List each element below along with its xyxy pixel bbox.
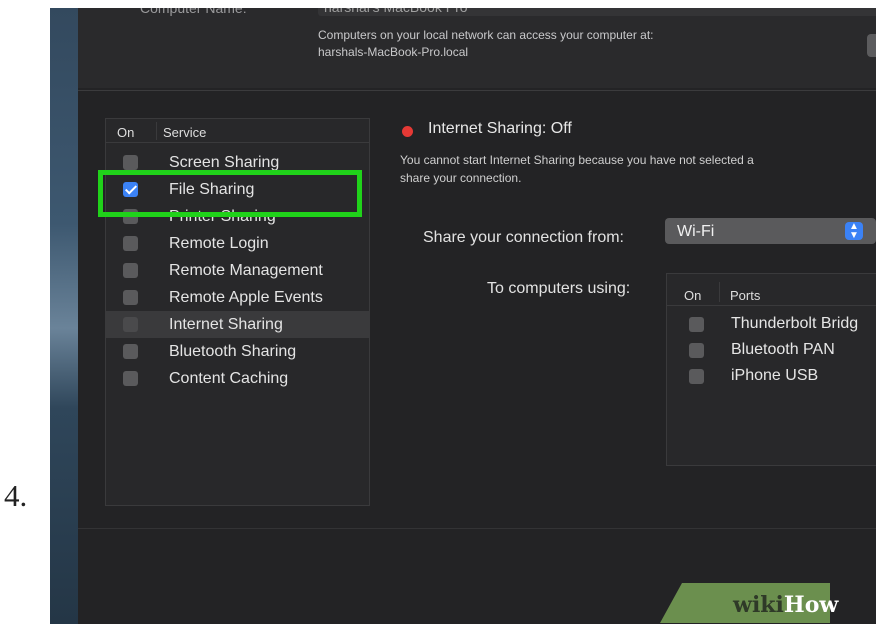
- service-row-remote-management[interactable]: Remote Management: [106, 257, 369, 284]
- service-row-bluetooth-sharing[interactable]: Bluetooth Sharing: [106, 338, 369, 365]
- ports-header-on: On: [684, 288, 702, 303]
- chevron-updown-icon: ▲ ▼: [845, 222, 863, 241]
- ports-header-ports: Ports: [730, 288, 761, 303]
- ports-list: On Ports Thunderbolt Bridg Bluetooth PAN…: [666, 273, 876, 466]
- port-label: iPhone USB: [731, 367, 819, 384]
- port-row-thunderbolt-bridge[interactable]: Thunderbolt Bridg: [667, 312, 876, 338]
- port-row-iphone-usb[interactable]: iPhone USB: [667, 364, 876, 390]
- edit-button[interactable]: Ed: [867, 34, 876, 57]
- port-checkbox[interactable]: [689, 317, 704, 332]
- header-on: On: [117, 125, 135, 140]
- internet-sharing-note: You cannot start Internet Sharing becaus…: [400, 151, 876, 187]
- service-label: Remote Login: [169, 235, 269, 252]
- service-row-remote-login[interactable]: Remote Login: [106, 230, 369, 257]
- computer-name-label: Computer Name:: [140, 8, 247, 16]
- service-label: Content Caching: [169, 370, 289, 387]
- service-label: Remote Management: [169, 262, 323, 279]
- desktop-background: [50, 8, 78, 624]
- header-service: Service: [163, 125, 207, 140]
- service-label: Internet Sharing: [169, 316, 283, 333]
- file-sharing-highlight: [98, 170, 362, 217]
- watermark-how: How: [783, 592, 839, 618]
- computer-name-section: Computer Name: harshal's MacBook Pro Com…: [78, 8, 876, 88]
- port-checkbox[interactable]: [689, 369, 704, 384]
- access-note-line1: Computers on your local network can acce…: [318, 28, 654, 42]
- share-from-label: Share your connection from:: [423, 229, 624, 246]
- section-divider: [78, 90, 876, 91]
- service-checkbox[interactable]: [123, 317, 138, 332]
- bottom-divider: [78, 528, 876, 529]
- service-checkbox[interactable]: [123, 263, 138, 278]
- service-checkbox[interactable]: [123, 155, 138, 170]
- status-dot-icon: [402, 126, 413, 137]
- service-list-header: On Service: [106, 119, 369, 143]
- step-number: 4.: [4, 478, 28, 513]
- wikihow-watermark: wikiHow: [733, 592, 838, 618]
- ports-header-separator: [719, 282, 720, 302]
- status-note-line1: You cannot start Internet Sharing becaus…: [400, 153, 754, 167]
- status-note-line2: share your connection.: [400, 171, 522, 185]
- computer-name-field[interactable]: harshal's MacBook Pro: [318, 8, 876, 16]
- service-row-remote-apple-events[interactable]: Remote Apple Events: [106, 284, 369, 311]
- header-separator: [156, 122, 157, 140]
- share-from-select[interactable]: Wi-Fi ▲ ▼: [665, 218, 876, 244]
- service-row-internet-sharing[interactable]: Internet Sharing: [106, 311, 369, 338]
- sharing-preferences-window: Computer Name: harshal's MacBook Pro Com…: [50, 8, 876, 624]
- watermark-wiki: wiki: [733, 592, 784, 618]
- share-from-value: Wi-Fi: [677, 223, 715, 240]
- service-checkbox[interactable]: [123, 344, 138, 359]
- internet-sharing-status: Internet Sharing: Off: [428, 120, 572, 137]
- service-checkbox[interactable]: [123, 236, 138, 251]
- port-label: Bluetooth PAN: [731, 341, 835, 358]
- access-note-line2: harshals-MacBook-Pro.local: [318, 45, 469, 59]
- service-label: Bluetooth Sharing: [169, 343, 297, 360]
- ports-list-header: On Ports: [667, 274, 876, 306]
- port-checkbox[interactable]: [689, 343, 704, 358]
- port-label: Thunderbolt Bridg: [731, 315, 859, 332]
- service-checkbox[interactable]: [123, 371, 138, 386]
- service-label: Remote Apple Events: [169, 289, 323, 306]
- port-row-bluetooth-pan[interactable]: Bluetooth PAN: [667, 338, 876, 364]
- to-computers-label: To computers using:: [487, 280, 631, 297]
- service-row-content-caching[interactable]: Content Caching: [106, 365, 369, 392]
- service-checkbox[interactable]: [123, 290, 138, 305]
- local-address-note: Computers on your local network can acce…: [318, 27, 838, 61]
